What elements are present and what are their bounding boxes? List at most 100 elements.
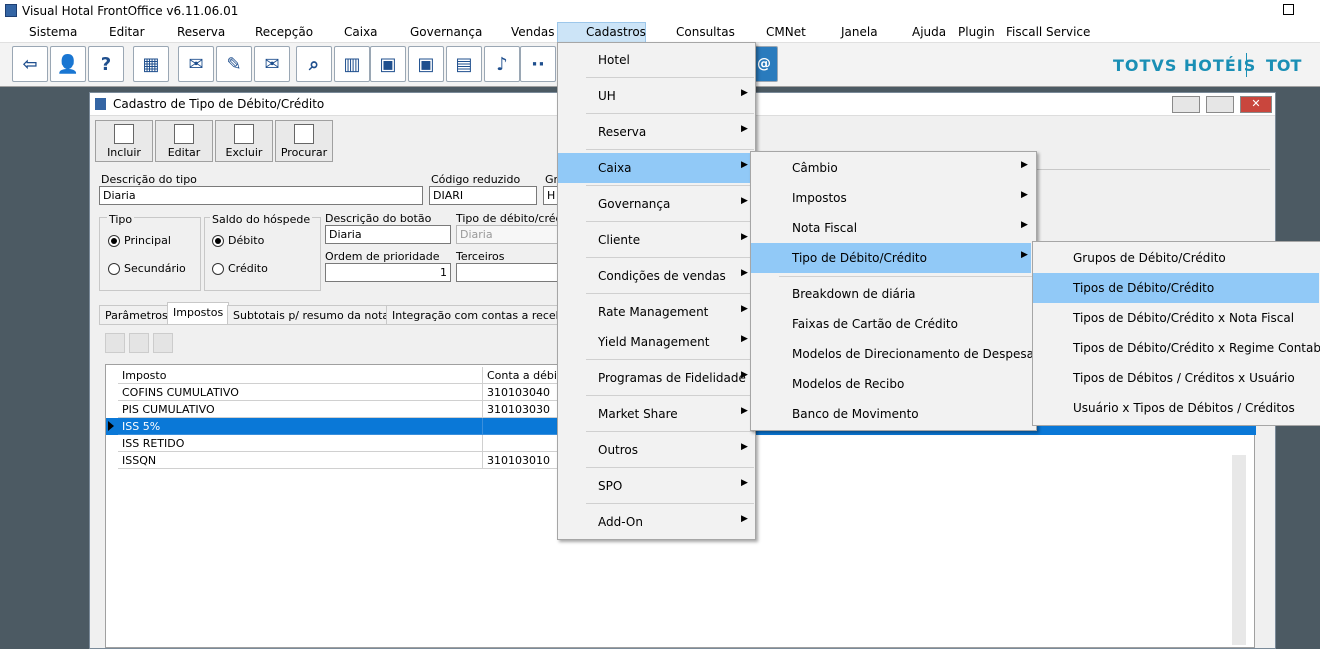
tipo-label: Tipo: [107, 213, 135, 226]
search-doc-icon: [294, 124, 314, 144]
footprints-icon[interactable]: ··: [520, 46, 556, 82]
menu-item-modelos-direcionamento[interactable]: Modelos de Direcionamento de Despesas: [751, 339, 1040, 369]
exit-icon[interactable]: ⇦: [12, 46, 48, 82]
codigo-label: Código reduzido: [431, 173, 521, 186]
delete-doc-icon: [234, 124, 254, 144]
menu-recepcao[interactable]: Recepção: [255, 25, 313, 39]
brand-logo: TOTVS HOTÉIS: [1113, 56, 1257, 75]
tab-integracao[interactable]: Integração com contas a receber: [386, 305, 580, 325]
guest-list-icon[interactable]: ▤: [446, 46, 482, 82]
menu-separator: [586, 257, 754, 258]
menu-editar[interactable]: Editar: [109, 25, 145, 39]
menu-item-hotel[interactable]: Hotel: [558, 45, 755, 75]
terceiros-input[interactable]: [456, 263, 566, 282]
menu-item-yield-management[interactable]: Yield Management ▶: [558, 327, 755, 357]
incluir-button[interactable]: Incluir: [95, 120, 153, 162]
close-button[interactable]: ✕: [1240, 96, 1272, 113]
ordem-input[interactable]: 1: [325, 263, 451, 282]
menu-governanca[interactable]: Governança: [410, 25, 482, 39]
minimize-button[interactable]: [1172, 96, 1200, 113]
menu-item-tipo-debito-credito[interactable]: Tipo de Débito/Crédito ▶: [751, 243, 1031, 273]
descricao-input[interactable]: Diaria: [99, 186, 423, 205]
menu-item-add-on[interactable]: Add-On ▶: [558, 507, 755, 537]
saldo-debito-radio[interactable]: [212, 235, 224, 247]
window-title: Cadastro de Tipo de Débito/Crédito: [113, 97, 325, 111]
menu-item-grupos-debito-credito[interactable]: Grupos de Débito/Crédito: [1033, 243, 1319, 273]
menu-item-cliente[interactable]: Cliente ▶: [558, 225, 755, 255]
botao-input[interactable]: Diaria: [325, 225, 451, 244]
tipodc-input[interactable]: Diaria: [456, 225, 566, 244]
bell-icon[interactable]: ♪: [484, 46, 520, 82]
row-pointer-icon: [108, 421, 114, 431]
header-imposto[interactable]: Imposto: [118, 367, 483, 384]
menu-item-banco-movimento[interactable]: Banco de Movimento: [751, 399, 1036, 429]
menu-item-tipos-nota-fiscal[interactable]: Tipos de Débito/Crédito x Nota Fiscal: [1033, 303, 1319, 333]
menu-separator: [586, 221, 754, 222]
menu-vendas[interactable]: Vendas: [511, 25, 555, 39]
grid-edit-icon[interactable]: [129, 333, 149, 353]
menu-item-usuario-tipos[interactable]: Usuário x Tipos de Débitos / Créditos: [1033, 393, 1319, 423]
menu-item-spo[interactable]: SPO ▶: [558, 471, 755, 501]
cell-imposto: ISS 5%: [118, 418, 483, 435]
tipo-group: [99, 217, 201, 291]
maximize-button[interactable]: [1206, 96, 1234, 113]
caixa-submenu: Câmbio ▶ Impostos ▶ Nota Fiscal ▶ Tipo de D…: [750, 151, 1040, 431]
menu-item-caixa[interactable]: Caixa ▶: [558, 153, 755, 183]
menu-item-uh[interactable]: UH ▶: [558, 81, 755, 111]
tipo-principal-radio[interactable]: [108, 235, 120, 247]
tipo-secundario-radio[interactable]: [108, 263, 120, 275]
menu-plugin[interactable]: Plugin: [958, 25, 995, 39]
procurar-button[interactable]: Procurar: [275, 120, 333, 162]
menu-item-rate-management[interactable]: Rate Management ▶: [558, 297, 755, 327]
guest-card-icon[interactable]: ▣: [370, 46, 406, 82]
menu-item-nota-fiscal[interactable]: Nota Fiscal ▶: [751, 213, 1036, 243]
menu-reserva[interactable]: Reserva: [177, 25, 225, 39]
send-mail-icon[interactable]: ✉: [254, 46, 290, 82]
menu-item-condicoes-vendas[interactable]: Condições de vendas ▶: [558, 261, 755, 291]
calendar-icon[interactable]: ▥: [334, 46, 370, 82]
menu-item-faixas-cartao[interactable]: Faixas de Cartão de Crédito: [751, 309, 1036, 339]
edit-grid-icon[interactable]: ✎: [216, 46, 252, 82]
saldo-credito-radio[interactable]: [212, 263, 224, 275]
menu-item-market-share[interactable]: Market Share ▶: [558, 399, 755, 429]
menu-cadastros[interactable]: Cadastros: [586, 25, 646, 39]
tab-impostos[interactable]: Impostos: [167, 302, 230, 325]
menu-consultas[interactable]: Consultas: [676, 25, 735, 39]
user-key-icon[interactable]: 👤: [50, 46, 86, 82]
menu-fiscall-service[interactable]: Fiscall Service: [1006, 25, 1090, 39]
codigo-input[interactable]: DIARI: [429, 186, 537, 205]
menu-cmnet[interactable]: CMNet: [766, 25, 806, 39]
guest-card2-icon[interactable]: ▣: [408, 46, 444, 82]
grid-delete-icon[interactable]: [153, 333, 173, 353]
app-title-bar: Visual Hotal FrontOffice v6.11.06.01: [0, 0, 1320, 22]
menu-item-reserva[interactable]: Reserva ▶: [558, 117, 755, 147]
menu-item-cambio[interactable]: Câmbio ▶: [751, 153, 1036, 183]
tab-parametros[interactable]: Parâmetros: [99, 305, 174, 325]
menu-item-tipos-regime-contab[interactable]: Tipos de Débito/Crédito x Regime Contab.: [1033, 333, 1320, 363]
menu-caixa[interactable]: Caixa: [344, 25, 378, 39]
brand-logo-2: TOT: [1266, 56, 1302, 75]
menu-item-tipos-debito-credito[interactable]: Tipos de Débito/Crédito: [1033, 273, 1319, 303]
menu-item-governanca[interactable]: Governança ▶: [558, 189, 755, 219]
mail-icon[interactable]: ✉: [178, 46, 214, 82]
menu-janela[interactable]: Janela: [841, 25, 878, 39]
menu-item-impostos[interactable]: Impostos ▶: [751, 183, 1036, 213]
cell-imposto: ISS RETIDO: [118, 435, 483, 452]
restore-window-button[interactable]: [1283, 4, 1294, 15]
excluir-button[interactable]: Excluir: [215, 120, 273, 162]
menu-item-fidelidade[interactable]: Programas de Fidelidade ▶: [558, 363, 755, 393]
org-chart-icon[interactable]: ▦: [133, 46, 169, 82]
editar-button[interactable]: Editar: [155, 120, 213, 162]
menu-sistema[interactable]: Sistema: [29, 25, 77, 39]
menu-item-tipos-usuario[interactable]: Tipos de Débitos / Créditos x Usuário: [1033, 363, 1319, 393]
help-icon[interactable]: ?: [88, 46, 124, 82]
tab-subtotais[interactable]: Subtotais p/ resumo da nota: [227, 305, 396, 325]
menu-ajuda[interactable]: Ajuda: [912, 25, 946, 39]
grid-scrollbar[interactable]: [1232, 455, 1246, 645]
menu-item-breakdown[interactable]: Breakdown de diária: [751, 279, 1036, 309]
grid-new-icon[interactable]: [105, 333, 125, 353]
ordem-label: Ordem de prioridade: [325, 250, 440, 263]
menu-item-outros[interactable]: Outros ▶: [558, 435, 755, 465]
menu-item-modelos-recibo[interactable]: Modelos de Recibo: [751, 369, 1036, 399]
search-icon[interactable]: ⌕: [296, 46, 332, 82]
